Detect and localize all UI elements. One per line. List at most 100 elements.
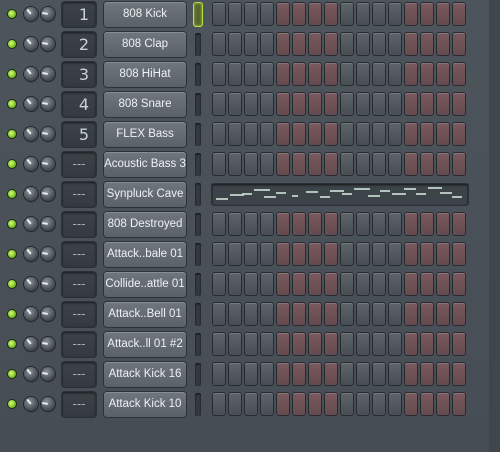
step-button[interactable] (277, 393, 289, 415)
step-button[interactable] (293, 93, 305, 115)
step-button[interactable] (357, 33, 369, 55)
step-button[interactable] (453, 273, 465, 295)
channel-name-button[interactable]: 808 Clap (104, 32, 186, 57)
channel-name-button[interactable]: Attack..bale 01 (104, 242, 186, 267)
step-button[interactable] (277, 123, 289, 145)
step-button[interactable] (293, 363, 305, 385)
channel-name-button[interactable]: 808 Kick (104, 2, 186, 27)
step-button[interactable] (325, 63, 337, 85)
channel-select-indicator[interactable] (195, 213, 201, 236)
mute-led[interactable] (8, 400, 16, 408)
mixer-track-number[interactable]: 2 (62, 32, 96, 57)
step-button[interactable] (341, 93, 353, 115)
step-button[interactable] (437, 63, 449, 85)
step-button[interactable] (389, 363, 401, 385)
step-button[interactable] (373, 153, 385, 175)
step-button[interactable] (421, 303, 433, 325)
step-button[interactable] (453, 303, 465, 325)
step-button[interactable] (261, 333, 273, 355)
mute-led[interactable] (8, 70, 16, 78)
step-button[interactable] (341, 243, 353, 265)
step-button[interactable] (357, 363, 369, 385)
step-button[interactable] (213, 3, 225, 25)
step-button[interactable] (309, 33, 321, 55)
step-button[interactable] (357, 303, 369, 325)
step-button[interactable] (293, 393, 305, 415)
step-button[interactable] (357, 63, 369, 85)
step-button[interactable] (213, 393, 225, 415)
step-button[interactable] (261, 363, 273, 385)
step-button[interactable] (277, 3, 289, 25)
step-button[interactable] (389, 213, 401, 235)
step-button[interactable] (437, 123, 449, 145)
step-button[interactable] (213, 303, 225, 325)
step-button[interactable] (293, 273, 305, 295)
step-button[interactable] (245, 243, 257, 265)
channel-name-button[interactable]: FLEX Bass (104, 122, 186, 147)
channel-select-indicator[interactable] (195, 63, 201, 86)
mute-led[interactable] (8, 40, 16, 48)
step-button[interactable] (341, 303, 353, 325)
step-button[interactable] (261, 273, 273, 295)
step-button[interactable] (309, 303, 321, 325)
step-button[interactable] (341, 363, 353, 385)
step-button[interactable] (309, 213, 321, 235)
step-button[interactable] (437, 213, 449, 235)
step-button[interactable] (229, 363, 241, 385)
step-button[interactable] (373, 333, 385, 355)
step-button[interactable] (437, 3, 449, 25)
mute-led[interactable] (8, 340, 16, 348)
channel-name-button[interactable]: 808 Destroyed (104, 212, 186, 237)
channel-select-indicator[interactable] (195, 273, 201, 296)
step-button[interactable] (325, 393, 337, 415)
step-button[interactable] (357, 243, 369, 265)
step-button[interactable] (277, 363, 289, 385)
step-button[interactable] (421, 33, 433, 55)
step-button[interactable] (373, 63, 385, 85)
volume-knob[interactable] (24, 37, 38, 51)
pan-knob[interactable] (41, 307, 55, 321)
step-button[interactable] (341, 63, 353, 85)
step-button[interactable] (309, 123, 321, 145)
pan-knob[interactable] (41, 7, 55, 21)
step-button[interactable] (309, 273, 321, 295)
step-button[interactable] (293, 33, 305, 55)
step-button[interactable] (389, 273, 401, 295)
step-button[interactable] (341, 33, 353, 55)
step-button[interactable] (453, 93, 465, 115)
step-button[interactable] (389, 33, 401, 55)
step-button[interactable] (405, 123, 417, 145)
volume-knob[interactable] (24, 67, 38, 81)
step-button[interactable] (277, 303, 289, 325)
step-button[interactable] (277, 153, 289, 175)
step-button[interactable] (437, 33, 449, 55)
channel-name-button[interactable]: Acoustic Bass 3 (104, 152, 186, 177)
step-button[interactable] (213, 33, 225, 55)
step-button[interactable] (229, 243, 241, 265)
step-button[interactable] (229, 93, 241, 115)
mute-led[interactable] (8, 160, 16, 168)
step-button[interactable] (293, 303, 305, 325)
step-button[interactable] (405, 303, 417, 325)
volume-knob[interactable] (24, 397, 38, 411)
step-button[interactable] (373, 243, 385, 265)
step-button[interactable] (373, 303, 385, 325)
step-button[interactable] (453, 3, 465, 25)
step-button[interactable] (245, 3, 257, 25)
step-button[interactable] (421, 213, 433, 235)
step-button[interactable] (261, 93, 273, 115)
step-button[interactable] (229, 63, 241, 85)
step-button[interactable] (389, 243, 401, 265)
step-button[interactable] (277, 213, 289, 235)
channel-select-indicator[interactable] (195, 303, 201, 326)
step-button[interactable] (341, 123, 353, 145)
step-button[interactable] (213, 213, 225, 235)
step-button[interactable] (245, 213, 257, 235)
step-button[interactable] (453, 33, 465, 55)
mixer-track-number[interactable]: --- (62, 242, 96, 267)
channel-name-button[interactable]: Attack Kick 16 (104, 362, 186, 387)
step-button[interactable] (309, 93, 321, 115)
step-button[interactable] (389, 63, 401, 85)
step-button[interactable] (245, 303, 257, 325)
mixer-track-number[interactable]: --- (62, 302, 96, 327)
